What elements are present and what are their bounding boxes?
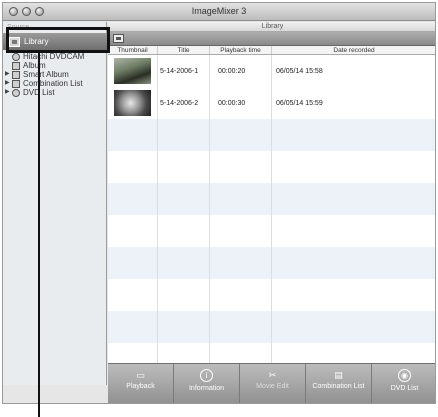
row-date-recorded: 06/05/14 15:59 [272,87,435,119]
row-date-recorded: 06/05/14 15:58 [272,55,435,87]
empty-row [108,151,435,183]
sidebar-item-label: Combination List [23,79,83,88]
empty-row [108,183,435,215]
sidebar-item-label: Album [23,61,46,70]
column-header-title[interactable]: Title [158,46,210,54]
sidebar-item-smart-album[interactable]: ▶ Smart Album [3,70,107,79]
toolbar-label: Combination List [312,383,365,390]
view-toolbar [108,32,435,46]
movie-edit-button[interactable]: ✂ Movie Edit [240,364,306,403]
combination-list-icon [12,79,20,88]
thumbnail-image [114,90,151,116]
playback-icon: ▭ [136,369,145,380]
sidebar-item-combination-list[interactable]: ▶ Combination List [3,79,107,88]
sidebar-item-dvd-list[interactable]: ▶ DVD List [3,88,107,97]
dvd-list-button[interactable]: ◉ DVD List [372,364,435,403]
app-window: ImageMixer 3 Source Library Hitachi DVDC… [2,2,436,404]
row-title: 5-14-2006-2 [158,87,210,119]
row-title: 5-14-2006-1 [158,55,210,87]
main-header: Library [108,22,435,32]
toolbar-label: DVD List [390,385,419,392]
empty-row [108,119,435,151]
toolbar-label: Playback [126,383,155,390]
table-row[interactable]: 5-14-2006-2 00:00:30 06/05/14 15:59 [108,87,435,119]
information-button[interactable]: i Information [174,364,240,403]
combination-list-button[interactable]: ▤ Combination List [306,364,372,403]
view-mode-icon[interactable] [113,34,124,43]
action-toolbar: ▭ Playback i Information ✂ Movie Edit ▤ … [108,363,435,403]
callout-highlight-box [6,27,110,53]
callout-line [38,53,40,417]
disclosure-triangle-icon[interactable]: ▶ [5,70,10,79]
clip-table: Thumbnail Title Playback time Date recor… [108,46,435,381]
info-icon: i [200,369,213,382]
main-panel: Library Thumbnail Title Playback time Da… [108,22,435,403]
column-header-date-recorded[interactable]: Date recorded [272,46,435,54]
album-icon [12,61,20,70]
smart-album-icon [12,70,20,79]
row-playback-time: 00:00:20 [210,55,272,87]
toolbar-label: Information [188,385,225,392]
row-playback-time: 00:00:30 [210,87,272,119]
thumbnail-image [114,58,151,84]
sidebar-item-label: Smart Album [23,70,69,79]
window-title: ImageMixer 3 [191,6,247,16]
dvd-icon: ◉ [398,369,411,382]
sidebar: Source Library Hitachi DVDCAM Album ▶ Sm… [3,22,107,385]
disclosure-triangle-icon[interactable]: ▶ [5,88,10,97]
table-row[interactable]: 5-14-2006-1 00:00:20 06/05/14 15:58 [108,55,435,87]
sidebar-item-hitachi-dvdcam[interactable]: Hitachi DVDCAM [3,52,107,61]
empty-row [108,215,435,247]
sidebar-item-label: Hitachi DVDCAM [23,52,85,61]
title-bar: ImageMixer 3 [3,3,435,21]
scissors-icon: ✂ [268,369,277,380]
sidebar-tree: Hitachi DVDCAM Album ▶ Smart Album ▶ Com… [3,52,107,97]
column-header-thumbnail[interactable]: Thumbnail [108,46,158,54]
empty-row [108,279,435,311]
toolbar-label: Movie Edit [256,383,289,390]
column-header-playback-time[interactable]: Playback time [210,46,272,54]
empty-row [108,247,435,279]
playback-button[interactable]: ▭ Playback [108,364,174,403]
table-header: Thumbnail Title Playback time Date recor… [108,46,435,55]
combination-list-icon: ▤ [334,369,343,380]
disclosure-triangle-icon[interactable]: ▶ [5,79,10,88]
sidebar-item-album[interactable]: Album [3,61,107,70]
empty-row [108,311,435,343]
camera-icon [12,52,20,61]
dvd-icon [12,88,20,97]
